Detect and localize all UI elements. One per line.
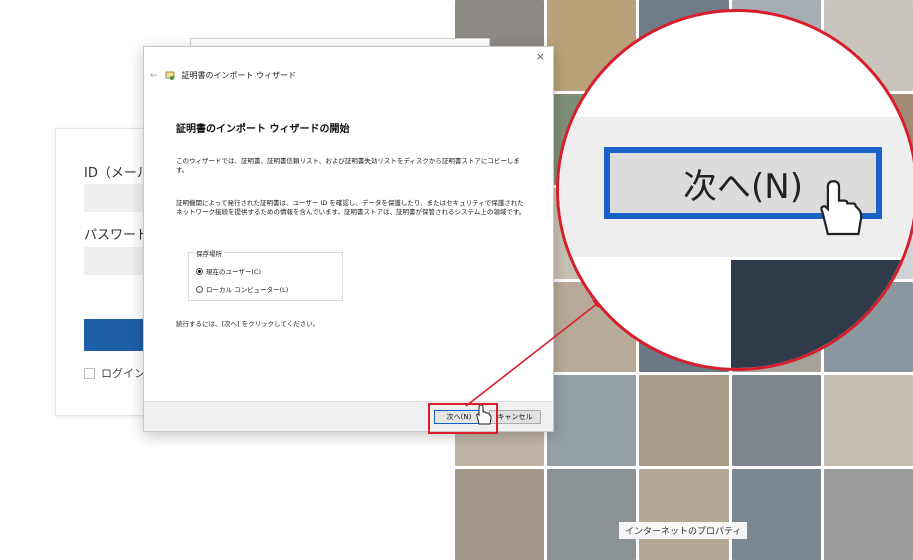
next-button-highlight <box>428 403 498 434</box>
photo-tile <box>639 469 729 560</box>
password-label: パスワード <box>84 228 150 243</box>
wizard-title: 証明書のインポート ウィザードの開始 <box>176 124 350 135</box>
photo-tile <box>731 375 821 467</box>
radio-current-user[interactable]: 現在のユーザー(C) <box>196 266 261 276</box>
continue-instruction: 続行するには、[次へ] をクリックしてください。 <box>176 320 320 328</box>
zoomed-area: 次へ(N) <box>559 12 913 368</box>
radio-local-computer[interactable]: ローカル コンピューター(L) <box>196 284 288 294</box>
certificate-import-wizard: × ← 証明書のインポート ウィザード 証明書のインポート ウィザードの開始 こ… <box>143 46 554 432</box>
photo-tile <box>823 375 913 467</box>
radio-unselected-icon[interactable] <box>196 285 203 293</box>
radio-label: ローカル コンピューター(L) <box>206 286 289 294</box>
close-icon[interactable]: × <box>536 50 545 63</box>
photo-tile <box>639 375 729 467</box>
back-arrow-icon[interactable]: ← <box>150 71 158 81</box>
remember-checkbox[interactable] <box>84 367 95 379</box>
radio-selected-icon[interactable] <box>196 267 203 275</box>
wizard-info: 証明機関によって発行された証明書は、ユーザー ID を確認し、データを保護したり… <box>176 199 526 216</box>
certificate-icon <box>165 71 174 80</box>
photo-tile <box>731 469 821 560</box>
wizard-header: ← 証明書のインポート ウィザード <box>150 70 296 81</box>
mosaic-caption: インターネットのプロパティ <box>619 522 748 539</box>
store-location-legend: 保存場所 <box>194 248 224 258</box>
photo-tile <box>823 469 913 560</box>
wizard-description: このウィザードでは、証明書、証明書信頼リスト、および証明書失効リストをディスクか… <box>176 157 520 174</box>
photo-tile <box>547 469 637 560</box>
zoom-magnifier: 次へ(N) <box>556 9 913 371</box>
photo-tile <box>547 375 637 467</box>
zoomed-hand-cursor-icon <box>820 180 863 236</box>
wizard-header-title: 証明書のインポート ウィザード <box>181 71 297 80</box>
photo-tile <box>455 469 545 560</box>
store-location-group: 保存場所 現在のユーザー(C) ローカル コンピューター(L) <box>188 248 343 301</box>
screenshot-stage: インターネットのプロパティ ID（メールア パスワード ログイン保 × ← 証明… <box>0 0 913 560</box>
zoomed-photo <box>731 260 913 368</box>
radio-label: 現在のユーザー(C) <box>206 268 261 276</box>
